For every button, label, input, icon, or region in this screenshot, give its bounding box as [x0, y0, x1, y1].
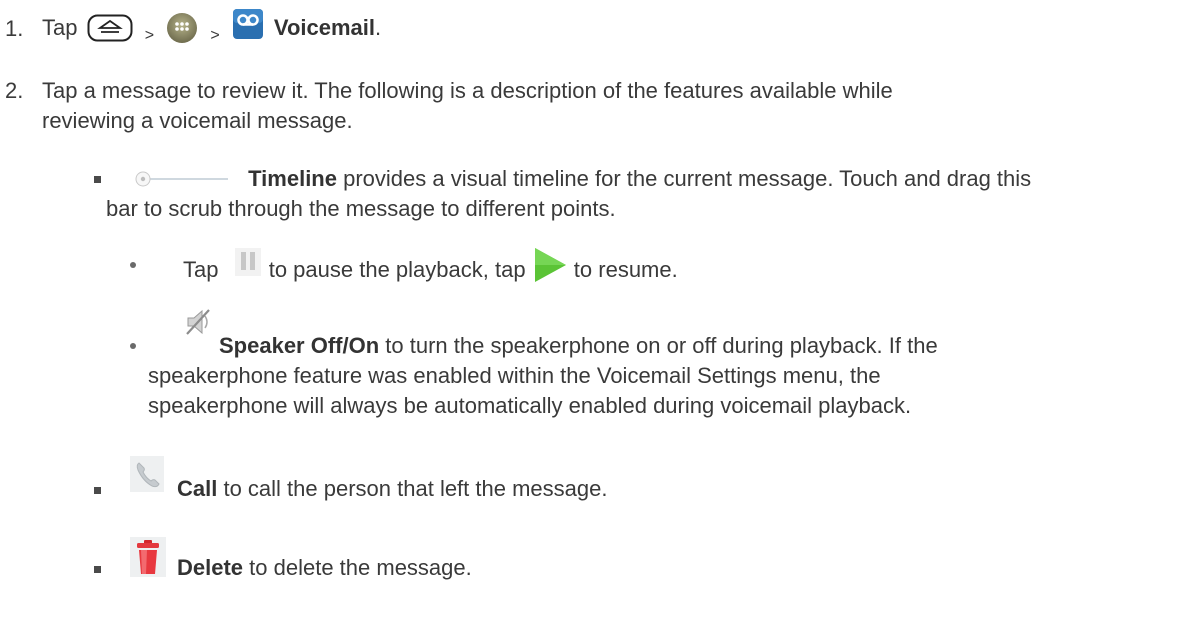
voicemail-app-icon [232, 8, 264, 40]
timeline-title: Timeline [248, 166, 337, 191]
step-1-text: Tap > > Voicemail. [42, 9, 382, 48]
period: . [375, 15, 382, 40]
delete-title: Delete [177, 555, 244, 580]
speaker-desc: to turn the speakerphone on or off durin… [379, 333, 938, 358]
separator-arrow: > [144, 26, 155, 44]
home-key-icon [87, 14, 133, 42]
speaker-title: Speaker Off/On [219, 333, 380, 358]
play-icon [532, 247, 568, 283]
tap-label: Tap [42, 15, 78, 40]
step-2-line-2: reviewing a voicemail message. [42, 108, 353, 133]
step-2-line-1: Tap a message to review it. The followin… [42, 78, 893, 103]
separator-arrow: > [210, 26, 220, 44]
delete-desc: to delete the message. [243, 555, 472, 580]
playback-tap: Tap [183, 257, 219, 282]
speaker-off-icon [182, 306, 214, 338]
timeline-desc: provides a visual timeline for the curre… [336, 166, 1032, 191]
timeline-line-2: bar to scrub through the message to diff… [106, 196, 616, 221]
apps-icon [166, 12, 198, 44]
speaker-line-3: speakerphone will always be automaticall… [148, 393, 912, 418]
call-title: Call [177, 476, 218, 501]
bullet-dot [130, 343, 136, 349]
timeline-line-1: Timeline provides a visual timeline for … [134, 166, 1031, 192]
playback-mid: to pause the playback, tap [262, 257, 532, 282]
playback-line: Tap to pause the playback, tap to resume… [183, 248, 678, 288]
call-icon [130, 456, 164, 492]
pause-icon [233, 246, 263, 278]
step-number-1: 1. [5, 16, 24, 41]
speaker-line-1: Speaker Off/On to turn the speakerphone … [219, 333, 938, 359]
delete-line: Delete to delete the message. [177, 555, 472, 581]
bullet-square [94, 487, 101, 494]
speaker-line-2: speakerphone feature was enabled within … [148, 363, 881, 388]
voicemail-label: Voicemail [273, 15, 376, 40]
trash-icon [130, 537, 166, 577]
bullet-dot [130, 262, 136, 268]
playback-end: to resume. [567, 257, 678, 282]
bullet-square [94, 176, 101, 183]
bullet-square [94, 566, 101, 573]
timeline-slider-icon [134, 168, 228, 187]
call-line: Call to call the person that left the me… [177, 476, 607, 502]
step-number-2: 2. [5, 78, 24, 103]
call-desc: to call the person that left the message… [217, 476, 608, 501]
